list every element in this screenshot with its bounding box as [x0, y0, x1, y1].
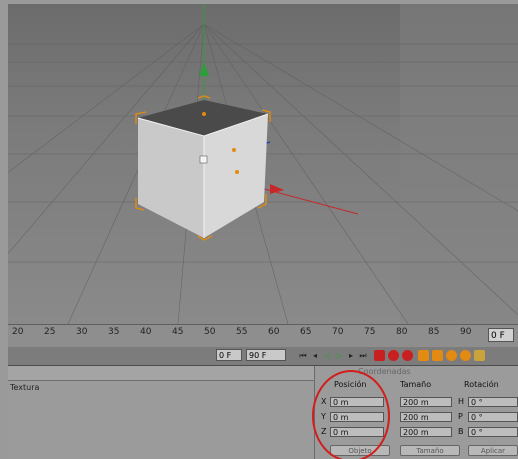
- tick-label: 70: [332, 327, 344, 337]
- right-handle[interactable]: [232, 148, 236, 152]
- next-key-icon[interactable]: ▸: [346, 350, 356, 361]
- tick-label: 25: [44, 327, 56, 337]
- front-handle[interactable]: [235, 170, 239, 174]
- perspective-scene: [8, 4, 518, 324]
- viewport-shade: [400, 4, 518, 324]
- grid-key-icon[interactable]: [474, 350, 485, 361]
- rotation-header: Rotación: [464, 380, 499, 389]
- size-mode-select[interactable]: Tamaño: [400, 445, 460, 456]
- position-y-field[interactable]: 0 m: [330, 412, 384, 422]
- material-toolbar: [8, 366, 314, 381]
- key-help-icon[interactable]: [402, 350, 413, 361]
- play-forward-icon[interactable]: ▷: [334, 350, 344, 361]
- current-frame-field[interactable]: 0 F: [488, 328, 514, 342]
- rotate-key-icon[interactable]: [446, 350, 457, 361]
- cube-left-face: [138, 118, 204, 238]
- end-frame-field[interactable]: 90 F: [246, 349, 286, 361]
- material-manager[interactable]: Textura: [8, 366, 315, 459]
- go-to-start-icon[interactable]: ⏮: [298, 350, 308, 361]
- timeline-ruler[interactable]: 20 25 30 35 40 45 50 55 60 65 70 75 80 8…: [8, 324, 518, 348]
- position-header: Posición: [334, 380, 367, 389]
- prev-key-icon[interactable]: ◂: [310, 350, 320, 361]
- material-column-label: Textura: [10, 383, 40, 392]
- play-back-icon[interactable]: ◁: [322, 350, 332, 361]
- rotation-h-field[interactable]: 0 °: [468, 397, 518, 407]
- size-x-field[interactable]: 200 m: [400, 397, 452, 407]
- coordinates-title: Coordenadas: [358, 367, 411, 376]
- coordinates-manager: Coordenadas Posición Tamaño Rotación X Y…: [318, 366, 518, 459]
- autokey-icon[interactable]: [388, 350, 399, 361]
- tick-label: 80: [396, 327, 408, 337]
- start-frame-field[interactable]: 0 F: [216, 349, 242, 361]
- tick-label: 30: [76, 327, 88, 337]
- transport-bar: 0 F 90 F ⏮ ◂ ◁ ▷ ▸ ⏭: [8, 347, 518, 366]
- tick-label: 55: [236, 327, 248, 337]
- record-icon[interactable]: [374, 350, 385, 361]
- param-key-icon[interactable]: [460, 350, 471, 361]
- axis-y-label: Y: [321, 412, 326, 421]
- apply-button[interactable]: Aplicar: [468, 445, 518, 456]
- c4d-window: 20 25 30 35 40 45 50 55 60 65 70 75 80 8…: [0, 0, 518, 459]
- axis-x-label: X: [321, 397, 327, 406]
- size-z-field[interactable]: 200 m: [400, 427, 452, 437]
- rot-p-label: P: [458, 412, 463, 421]
- origin-handle[interactable]: [199, 155, 208, 164]
- tick-label: 35: [108, 327, 120, 337]
- tick-label: 85: [428, 327, 440, 337]
- tick-label: 50: [204, 327, 216, 337]
- rotation-b-field[interactable]: 0 °: [468, 427, 518, 437]
- size-y-field[interactable]: 200 m: [400, 412, 452, 422]
- top-handle[interactable]: [202, 112, 206, 116]
- rotation-p-field[interactable]: 0 °: [468, 412, 518, 422]
- tick-label: 60: [268, 327, 280, 337]
- tick-label: 75: [364, 327, 376, 337]
- size-header: Tamaño: [400, 380, 432, 389]
- viewport-3d[interactable]: [8, 4, 518, 324]
- rot-h-label: H: [458, 397, 465, 406]
- go-to-end-icon[interactable]: ⏭: [358, 350, 368, 361]
- tick-label: 45: [172, 327, 184, 337]
- position-x-field[interactable]: 0 m: [330, 397, 384, 407]
- position-z-field[interactable]: 0 m: [330, 427, 384, 437]
- tick-label: 65: [300, 327, 312, 337]
- tick-label: 20: [12, 327, 24, 337]
- axis-z-label: Z: [321, 427, 327, 436]
- tick-label: 90: [460, 327, 472, 337]
- coord-mode-select[interactable]: Objeto: [330, 445, 390, 456]
- scale-key-icon[interactable]: [432, 350, 443, 361]
- rot-b-label: B: [458, 427, 464, 436]
- tick-label: 40: [140, 327, 152, 337]
- cube-object[interactable]: [137, 100, 269, 238]
- move-key-icon[interactable]: [418, 350, 429, 361]
- lower-panels: Textura Coordenadas Posición Tamaño Rota…: [8, 366, 518, 459]
